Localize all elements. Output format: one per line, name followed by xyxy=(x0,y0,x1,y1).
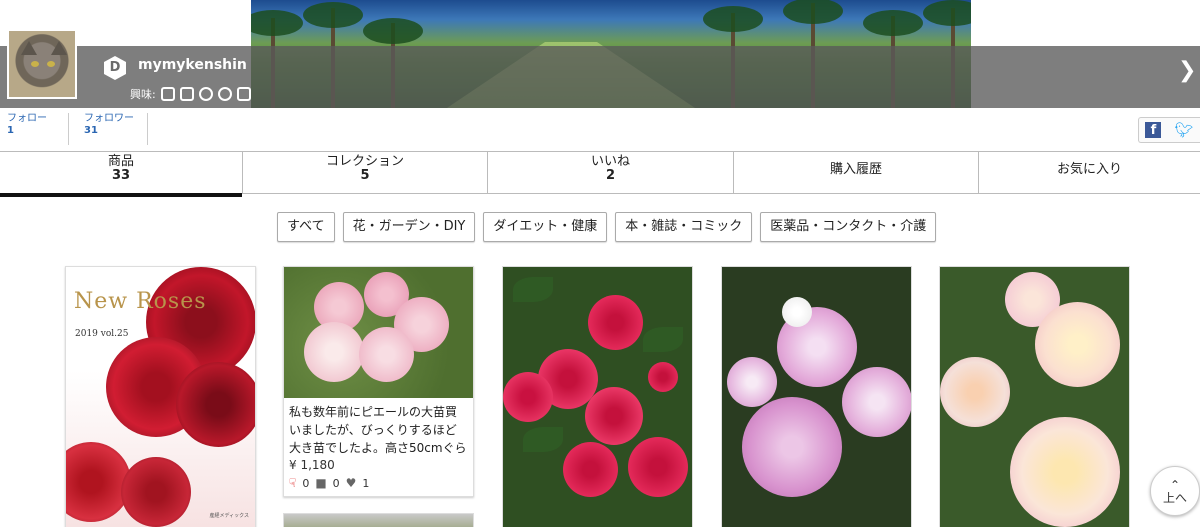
product-image: New Roses 2019 vol.25 産経メディックス xyxy=(66,267,255,527)
tab-purchase-history[interactable]: 購入履歴 xyxy=(734,152,979,193)
share-buttons: f 🐦︎ xyxy=(1138,117,1200,143)
tab-likes[interactable]: いいね 2 xyxy=(488,152,734,193)
magazine-publisher: 産経メディックス xyxy=(209,513,249,519)
tab-items[interactable]: 商品 33 xyxy=(0,152,243,197)
magazine-issue: 2019 vol.25 xyxy=(75,329,129,339)
soccer-ball-icon xyxy=(198,87,213,101)
profile-header: D mymykenshin 興味: ❯ xyxy=(0,0,1200,108)
filter-books-comics[interactable]: 本・雑誌・コミック xyxy=(615,212,753,242)
tab-collections[interactable]: コレクション 5 xyxy=(243,152,488,193)
tab-favorites[interactable]: お気に入り xyxy=(979,152,1200,193)
chevron-right-icon[interactable]: ❯ xyxy=(1178,58,1196,83)
magazine-title: New Roses xyxy=(74,289,207,314)
twitter-icon[interactable]: 🐦︎ xyxy=(1174,121,1193,139)
back-to-top-button[interactable]: ⌃ 上へ xyxy=(1150,466,1200,516)
cutlery-icon xyxy=(179,87,194,101)
hand-pointer-icon[interactable]: ☟ xyxy=(289,476,296,490)
heart-icon[interactable]: ♥ xyxy=(346,476,357,490)
avatar[interactable] xyxy=(7,29,77,99)
product-card[interactable]: New Roses 2019 vol.25 産経メディックス xyxy=(65,266,256,527)
product-card[interactable] xyxy=(502,266,693,527)
book-icon xyxy=(160,87,175,101)
product-card[interactable]: 私も数年前にピエールの大苗買いましたが、びっくりするほど大き苗でしたよ。高さ50… xyxy=(283,266,474,497)
bone-icon xyxy=(236,87,251,101)
product-image xyxy=(940,267,1129,527)
product-image xyxy=(503,267,692,527)
product-price: ¥ 1,180 xyxy=(289,458,335,472)
category-filters: すべて 花・ガーデン・DIY ダイエット・健康 本・雑誌・コミック 医薬品・コン… xyxy=(277,212,937,242)
filter-all[interactable]: すべて xyxy=(277,212,335,242)
product-comment: 私も数年前にピエールの大苗買いましたが、びっくりするほど大き苗でしたよ。高さ50… xyxy=(289,405,467,455)
facebook-icon[interactable]: f xyxy=(1145,122,1162,138)
heart-count: 1 xyxy=(362,476,370,490)
filter-garden-diy[interactable]: 花・ガーデン・DIY xyxy=(342,212,476,242)
filter-diet-health[interactable]: ダイエット・健康 xyxy=(483,212,608,242)
profile-tabs: 商品 33 コレクション 5 いいね 2 購入履歴 お気に入り xyxy=(0,151,1200,197)
username: mymykenshin xyxy=(138,57,247,73)
product-card[interactable] xyxy=(283,513,474,527)
product-card[interactable] xyxy=(721,266,912,527)
product-image xyxy=(722,267,911,527)
product-card[interactable] xyxy=(939,266,1130,527)
gardening-icon xyxy=(217,87,232,101)
interests-label: 興味: xyxy=(130,88,156,101)
comment-count: 0 xyxy=(332,476,340,490)
product-image xyxy=(284,267,473,398)
comment-icon[interactable]: ■ xyxy=(315,476,326,490)
follow-stats: フォロー 1 フォロワー 31 f 🐦︎ xyxy=(0,113,1200,149)
filter-medicine-care[interactable]: 医薬品・コンタクト・介護 xyxy=(760,212,937,242)
followers-link[interactable]: フォロワー 31 xyxy=(84,113,134,137)
product-stats: ☟ 0 ■ 0 ♥ 1 xyxy=(284,474,473,492)
interests: 興味: xyxy=(130,86,251,102)
following-link[interactable]: フォロー 1 xyxy=(7,113,47,137)
pointer-count: 0 xyxy=(302,476,310,490)
